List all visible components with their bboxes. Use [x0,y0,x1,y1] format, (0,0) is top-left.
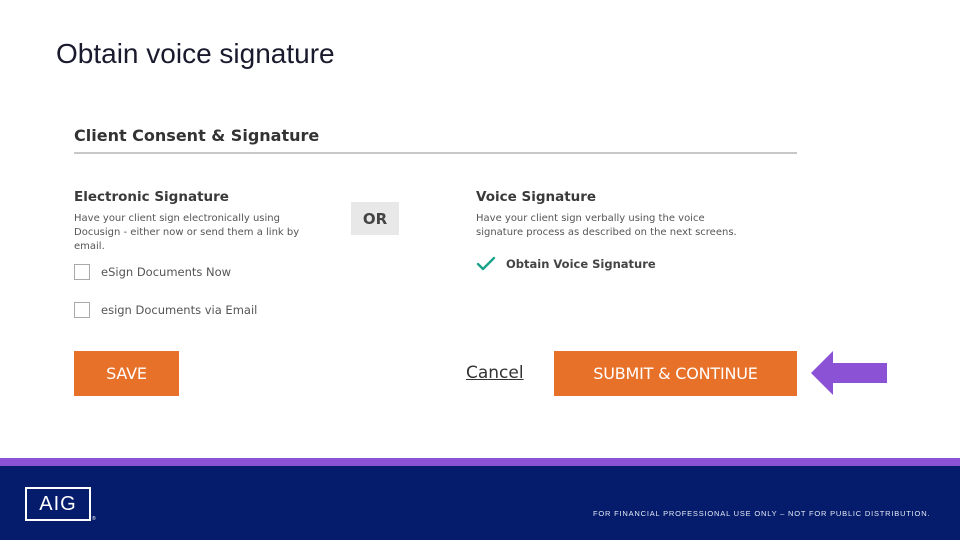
section-divider [74,152,797,154]
esign-email-option[interactable]: esign Documents via Email [74,302,257,318]
footer-accent-band [0,458,960,466]
esign-now-label: eSign Documents Now [101,265,232,279]
electronic-signature-heading: Electronic Signature [74,189,229,205]
esign-email-label: esign Documents via Email [101,303,258,317]
obtain-voice-signature-option[interactable]: Obtain Voice Signature [476,256,656,272]
check-icon [476,256,496,271]
slide-title: Obtain voice signature [56,38,335,69]
footer-bar [0,466,960,540]
esign-email-checkbox[interactable] [74,302,90,318]
save-button[interactable]: SAVE [74,351,179,396]
aig-logo-registered-mark: ® [92,516,96,522]
voice-signature-heading: Voice Signature [476,189,597,205]
esign-now-checkbox[interactable] [74,264,90,280]
cancel-link[interactable]: Cancel [466,363,524,383]
submit-continue-button[interactable]: SUBMIT & CONTINUE [554,351,797,396]
footer-disclaimer: FOR FINANCIAL PROFESSIONAL USE ONLY – NO… [593,509,931,518]
voice-signature-description: Have your client sign verbally using the… [476,213,737,238]
aig-logo: AIG [25,487,91,521]
consent-section-title: Client Consent & Signature [74,126,320,145]
or-divider: OR [351,202,399,235]
arrow-left-icon [811,351,887,395]
electronic-signature-description: Have your client sign electronically usi… [74,213,300,252]
esign-now-option[interactable]: eSign Documents Now [74,264,231,280]
obtain-voice-signature-label: Obtain Voice Signature [506,257,656,271]
